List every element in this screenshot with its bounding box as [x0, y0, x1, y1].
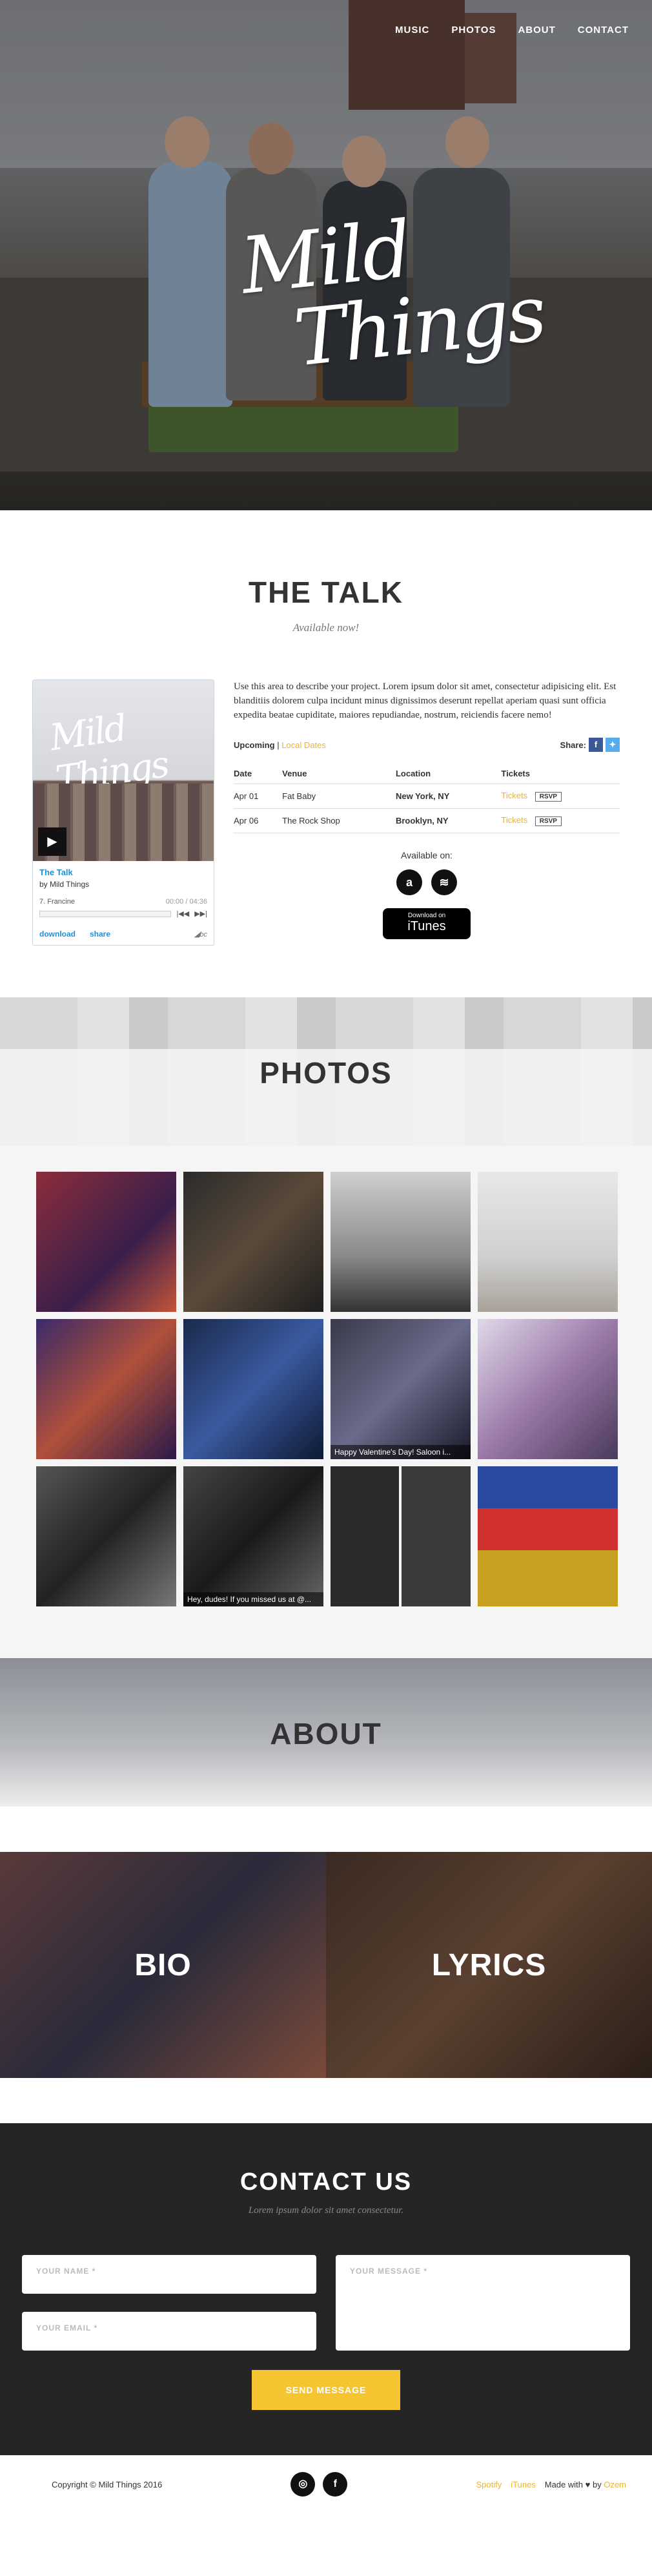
photo-tile[interactable]: [36, 1466, 176, 1606]
rsvp-button[interactable]: RSVP: [535, 816, 562, 826]
author-link[interactable]: Ozem: [604, 2480, 626, 2489]
lyrics-tile[interactable]: LYRICS: [326, 1852, 652, 2078]
main-nav: MUSIC PHOTOS ABOUT CONTACT: [395, 25, 629, 36]
photos-section: PHOTOS Happy Valentine's Day! Saloon i..…: [0, 997, 652, 1658]
column-tickets: Tickets: [501, 763, 620, 784]
itunes-small-text: Download on: [407, 912, 446, 919]
contact-title: CONTACT US: [239, 2168, 413, 2196]
tab-upcoming[interactable]: Upcoming: [234, 740, 275, 750]
facebook-share-icon[interactable]: f: [589, 738, 603, 752]
photo-caption: Hey, dudes! If you missed us at @...: [183, 1592, 323, 1606]
play-icon[interactable]: ▶: [38, 827, 66, 856]
about-banner: ABOUT: [0, 1658, 652, 1807]
photo-caption: Happy Valentine's Day! Saloon i...: [331, 1445, 471, 1459]
nav-about[interactable]: ABOUT: [518, 25, 555, 36]
photos-title: PHOTOS: [260, 1056, 392, 1090]
footer-itunes-link[interactable]: iTunes: [511, 2480, 536, 2489]
column-location: Location: [395, 763, 502, 784]
facebook-icon[interactable]: f: [323, 2472, 348, 2497]
music-details: Use this area to describe your project. …: [234, 680, 620, 946]
amazon-icon[interactable]: a: [396, 869, 422, 895]
band-logo: Mild Things: [187, 205, 548, 389]
bio-tile[interactable]: BIO: [0, 1852, 326, 2078]
column-date: Date: [234, 763, 283, 784]
next-track-icon[interactable]: ▶▶|: [194, 909, 207, 918]
made-with-text: Made with: [544, 2479, 583, 2489]
twitter-share-icon[interactable]: ✦: [606, 738, 620, 752]
footer-spotify-link[interactable]: Spotify: [476, 2480, 502, 2489]
show-location: Brooklyn, NY: [395, 808, 502, 833]
contact-form: YOUR NAME * YOUR EMAIL * YOUR MESSAGE *: [22, 2255, 630, 2351]
bandcamp-player: Mild Things ▶ The Talk by Mild Things 7.…: [32, 680, 214, 946]
instagram-icon[interactable]: ◎: [290, 2472, 316, 2497]
share-label: Share:: [560, 740, 586, 750]
photo-tile[interactable]: [331, 1466, 471, 1606]
photos-banner: PHOTOS: [0, 997, 652, 1146]
table-row: Apr 06 The Rock Shop Brooklyn, NY Ticket…: [234, 808, 620, 833]
player-download-link[interactable]: download: [39, 930, 76, 939]
album-cover: Mild Things ▶: [33, 680, 214, 861]
itunes-download-button[interactable]: Download on iTunes: [383, 908, 471, 939]
column-venue: Venue: [282, 763, 396, 784]
rsvp-button[interactable]: RSVP: [535, 792, 562, 802]
nav-contact[interactable]: CONTACT: [578, 25, 629, 36]
music-section: THE TALK Available now! Mild Things ▶ Th…: [0, 510, 652, 997]
lyrics-label: LYRICS: [431, 1948, 547, 1982]
photo-grid: Happy Valentine's Day! Saloon i... Hey, …: [0, 1146, 652, 1606]
nav-music[interactable]: MUSIC: [395, 25, 429, 36]
photo-tile[interactable]: Happy Valentine's Day! Saloon i...: [331, 1319, 471, 1459]
show-venue: The Rock Shop: [282, 808, 396, 833]
footer: Copyright © Mild Things 2016 ◎ f Spotify…: [0, 2455, 652, 2513]
photo-tile[interactable]: [478, 1466, 618, 1606]
tab-local-dates[interactable]: Local Dates: [281, 740, 326, 750]
tab-separator: |: [277, 740, 280, 750]
about-section: ABOUT BIO LYRICS: [0, 1658, 652, 2078]
contact-subtitle: Lorem ipsum dolor sit amet consectetur.: [248, 2205, 404, 2216]
tour-dates-table: Date Venue Location Tickets Apr 01 Fat B…: [234, 763, 620, 833]
send-message-button[interactable]: SEND MESSAGE: [252, 2370, 400, 2410]
photo-tile[interactable]: [183, 1319, 323, 1459]
photo-tile[interactable]: [183, 1172, 323, 1312]
about-title: ABOUT: [270, 1717, 382, 1750]
heart-icon: ♥: [585, 2479, 591, 2489]
player-album-title[interactable]: The Talk: [39, 867, 207, 877]
bio-label: BIO: [134, 1948, 192, 1982]
previous-track-icon[interactable]: |◀◀: [176, 909, 189, 918]
photo-tile[interactable]: Hey, dudes! If you missed us at @...: [183, 1466, 323, 1606]
player-progress-bar[interactable]: [39, 910, 172, 917]
hero-section: MUSIC PHOTOS ABOUT CONTACT Mild Things: [0, 0, 652, 510]
spotify-icon[interactable]: ≋: [431, 869, 457, 895]
message-field[interactable]: YOUR MESSAGE *: [336, 2255, 630, 2351]
photo-tile[interactable]: [36, 1319, 176, 1459]
by-text: by: [592, 2479, 602, 2489]
show-date: Apr 06: [234, 808, 283, 833]
available-on-label: Available on:: [401, 850, 453, 860]
music-title: THE TALK: [248, 576, 403, 609]
photo-tile[interactable]: [478, 1172, 618, 1312]
nav-photos[interactable]: PHOTOS: [451, 25, 496, 36]
itunes-big-text: iTunes: [407, 919, 446, 933]
table-row: Apr 01 Fat Baby New York, NY Tickets RSV…: [234, 784, 620, 809]
show-date: Apr 01: [234, 784, 283, 809]
name-field[interactable]: YOUR NAME *: [22, 2255, 316, 2294]
bandcamp-logo-icon[interactable]: ◢bc: [194, 930, 207, 939]
photo-tile[interactable]: [478, 1319, 618, 1459]
player-artist[interactable]: by Mild Things: [39, 880, 207, 889]
project-description: Use this area to describe your project. …: [234, 681, 616, 720]
player-track: 7. Francine: [39, 898, 76, 906]
tickets-link[interactable]: Tickets: [501, 815, 527, 825]
photo-tile[interactable]: [36, 1172, 176, 1312]
show-venue: Fat Baby: [282, 784, 396, 809]
music-subtitle: Available now!: [292, 621, 360, 634]
player-time: 00:00 / 04:36: [165, 898, 207, 906]
contact-section: CONTACT US Lorem ipsum dolor sit amet co…: [0, 2123, 652, 2455]
show-location: New York, NY: [395, 784, 502, 809]
copyright-text: Copyright © Mild Things 2016: [52, 2479, 163, 2489]
player-share-link[interactable]: share: [90, 930, 110, 939]
photo-tile[interactable]: [331, 1172, 471, 1312]
tickets-link[interactable]: Tickets: [501, 791, 527, 800]
email-field[interactable]: YOUR EMAIL *: [22, 2312, 316, 2351]
